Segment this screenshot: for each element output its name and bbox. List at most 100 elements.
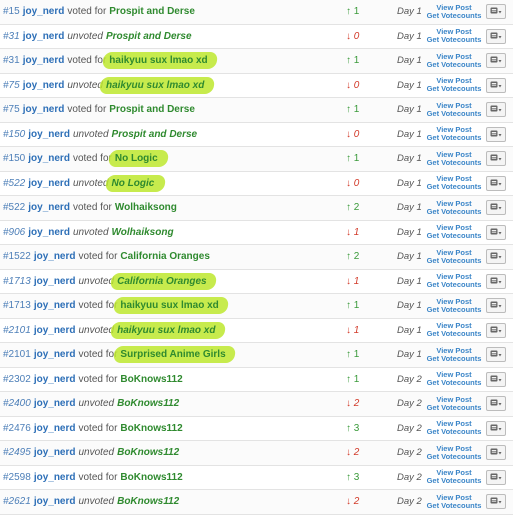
vote-row: #2400 joy_nerd unvoted BoKnows112 ↓ 2 Da… (0, 392, 513, 417)
post-number-link[interactable]: #1713 (3, 300, 31, 311)
vote-target: Prospit and Derse (111, 128, 198, 140)
get-votecounts-link[interactable]: Get Votecounts (427, 403, 482, 412)
post-number-link[interactable]: #2476 (3, 423, 31, 434)
day-label: Day 1 (397, 6, 422, 18)
vote-history-button[interactable] (486, 151, 506, 166)
vote-history-button[interactable] (486, 347, 506, 362)
vote-history-button[interactable] (486, 224, 506, 240)
vote-action: voted for (72, 153, 112, 165)
username-link[interactable]: joy_nerd (28, 178, 70, 189)
post-number-link[interactable]: #31 (3, 31, 20, 42)
vote-history-button[interactable] (486, 420, 506, 436)
post-number-link[interactable]: #522 (3, 202, 25, 213)
post-number-link[interactable]: #15 (3, 6, 20, 17)
username-link[interactable]: joy_nerd (34, 423, 76, 434)
post-number-link[interactable]: #1522 (3, 251, 31, 262)
post-number-link[interactable]: #1713 (3, 276, 31, 287)
get-votecounts-link[interactable]: Get Votecounts (427, 354, 482, 363)
vote-history-button[interactable] (486, 298, 506, 313)
vote-history-button[interactable] (486, 249, 506, 264)
view-post-link[interactable]: View Post (436, 493, 471, 502)
get-votecounts-link[interactable]: Get Votecounts (427, 158, 482, 167)
username-link[interactable]: joy_nerd (34, 496, 76, 507)
post-number-link[interactable]: #2400 (3, 398, 31, 409)
vote-target: BoKnows112 (120, 373, 183, 385)
username-link[interactable]: joy_nerd (23, 104, 65, 115)
post-number-link[interactable]: #75 (3, 80, 20, 91)
get-votecounts-link[interactable]: Get Votecounts (427, 134, 482, 142)
vote-change: ↑ 1 (346, 300, 360, 312)
get-votecounts-link[interactable]: Get Votecounts (427, 452, 482, 461)
username-link[interactable]: joy_nerd (34, 374, 76, 385)
vote-history-button[interactable] (486, 445, 506, 460)
username-link[interactable]: joy_nerd (28, 202, 70, 213)
post-number-link[interactable]: #906 (3, 227, 25, 238)
post-number-link[interactable]: #31 (3, 55, 20, 66)
vote-history-button[interactable] (486, 175, 506, 191)
vote-history-icon (490, 277, 502, 283)
vote-change: ↑ 1 (346, 153, 360, 165)
day-label: Day 1 (397, 55, 422, 67)
post-number-link[interactable]: #2101 (3, 325, 31, 336)
post-number-link[interactable]: #2101 (3, 349, 31, 360)
get-votecounts-link[interactable]: Get Votecounts (427, 330, 482, 338)
post-number-link[interactable]: #2598 (3, 472, 31, 483)
username-link[interactable]: joy_nerd (28, 129, 70, 140)
vote-history-button[interactable] (486, 53, 506, 68)
vote-history-button[interactable] (486, 494, 506, 509)
username-link[interactable]: joy_nerd (34, 251, 76, 262)
vote-history-button[interactable] (486, 200, 506, 215)
vote-history-icon (490, 32, 502, 38)
username-link[interactable]: joy_nerd (23, 31, 65, 42)
get-votecounts-link[interactable]: Get Votecounts (427, 85, 482, 93)
get-votecounts-link[interactable]: Get Votecounts (427, 183, 482, 191)
vote-history-button[interactable] (486, 126, 506, 142)
username-link[interactable]: joy_nerd (34, 472, 76, 483)
username-link[interactable]: joy_nerd (28, 153, 70, 164)
vote-history-button[interactable] (486, 371, 506, 387)
post-number-link[interactable]: #2621 (3, 496, 31, 507)
vote-action: unvoted (67, 30, 103, 42)
vote-history-button[interactable] (486, 469, 506, 485)
get-votecounts-link[interactable]: Get Votecounts (427, 501, 482, 510)
get-votecounts-link[interactable]: Get Votecounts (427, 60, 482, 69)
vote-history-button[interactable] (486, 322, 506, 338)
vote-row: #906 joy_nerd unvoted Wolhaiksong ↓ 1 Da… (0, 220, 513, 245)
get-votecounts-link[interactable]: Get Votecounts (427, 109, 482, 118)
get-votecounts-link[interactable]: Get Votecounts (427, 256, 482, 265)
get-votecounts-link[interactable]: Get Votecounts (427, 379, 482, 387)
username-link[interactable]: joy_nerd (23, 6, 65, 17)
vote-history-button[interactable] (486, 28, 506, 44)
username-link[interactable]: joy_nerd (34, 398, 76, 409)
get-votecounts-link[interactable]: Get Votecounts (427, 305, 482, 314)
username-link[interactable]: joy_nerd (34, 325, 76, 336)
vote-history-button[interactable] (486, 102, 506, 117)
vote-target: Wolhaiksong (114, 202, 177, 214)
post-number-link[interactable]: #2302 (3, 374, 31, 385)
row-links: View Post Get Votecounts (427, 196, 482, 220)
username-link[interactable]: joy_nerd (34, 349, 76, 360)
username-link[interactable]: joy_nerd (28, 227, 70, 238)
username-link[interactable]: joy_nerd (34, 447, 76, 458)
get-votecounts-link[interactable]: Get Votecounts (427, 477, 482, 485)
username-link[interactable]: joy_nerd (34, 276, 76, 287)
post-number-link[interactable]: #150 (3, 129, 25, 140)
get-votecounts-link[interactable]: Get Votecounts (427, 11, 482, 20)
vote-history-button[interactable] (486, 273, 506, 289)
username-link[interactable]: joy_nerd (23, 55, 65, 66)
get-votecounts-link[interactable]: Get Votecounts (427, 232, 482, 240)
get-votecounts-link[interactable]: Get Votecounts (427, 207, 482, 216)
post-number-link[interactable]: #75 (3, 104, 20, 115)
vote-history-button[interactable] (486, 4, 506, 19)
get-votecounts-link[interactable]: Get Votecounts (427, 36, 482, 44)
post-number-link[interactable]: #2495 (3, 447, 31, 458)
post-number-link[interactable]: #150 (3, 153, 25, 164)
post-number-link[interactable]: #522 (3, 178, 25, 189)
username-link[interactable]: joy_nerd (34, 300, 76, 311)
get-votecounts-link[interactable]: Get Votecounts (427, 428, 482, 436)
vote-history-button[interactable] (486, 77, 506, 93)
row-links: View Post Get Votecounts (427, 49, 482, 73)
vote-history-button[interactable] (486, 396, 506, 411)
get-votecounts-link[interactable]: Get Votecounts (427, 281, 482, 289)
username-link[interactable]: joy_nerd (23, 80, 65, 91)
